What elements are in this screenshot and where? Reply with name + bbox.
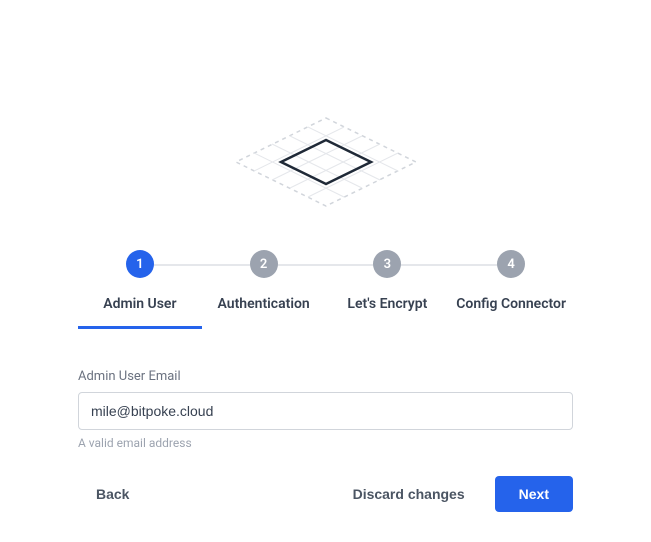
step-number-badge: 4	[497, 250, 525, 278]
admin-email-label: Admin User Email	[78, 369, 573, 384]
step-label: Admin User	[78, 296, 202, 326]
illustration-wrap	[78, 0, 573, 250]
step-label-wrap: Authentication	[202, 296, 326, 326]
step-authentication[interactable]: 2 Authentication	[202, 250, 326, 326]
step-label: Authentication	[202, 296, 326, 326]
step-label-wrap: Config Connector	[449, 296, 573, 326]
step-config-connector[interactable]: 4 Config Connector	[449, 250, 573, 326]
discard-changes-button[interactable]: Discard changes	[335, 476, 483, 512]
admin-email-form-group: Admin User Email A valid email address	[78, 369, 573, 450]
step-number-badge: 2	[250, 250, 278, 278]
step-lets-encrypt[interactable]: 3 Let's Encrypt	[326, 250, 450, 326]
admin-email-help-text: A valid email address	[78, 436, 573, 450]
step-label-wrap: Let's Encrypt	[326, 296, 450, 326]
step-label: Config Connector	[449, 296, 573, 326]
stepper: 1 Admin User 2 Authentication 3 Let's En…	[78, 250, 573, 329]
back-button[interactable]: Back	[78, 476, 147, 512]
admin-email-input[interactable]	[78, 392, 573, 430]
step-admin-user[interactable]: 1 Admin User	[78, 250, 202, 329]
step-number-badge: 3	[373, 250, 401, 278]
diamond-platform-icon	[226, 110, 426, 215]
step-number-badge: 1	[126, 250, 154, 278]
step-label: Let's Encrypt	[326, 296, 450, 326]
setup-wizard-container: 1 Admin User 2 Authentication 3 Let's En…	[0, 0, 651, 512]
button-bar: Back Discard changes Next	[78, 476, 573, 512]
next-button[interactable]: Next	[495, 476, 573, 512]
step-label-wrap: Admin User	[78, 296, 202, 329]
